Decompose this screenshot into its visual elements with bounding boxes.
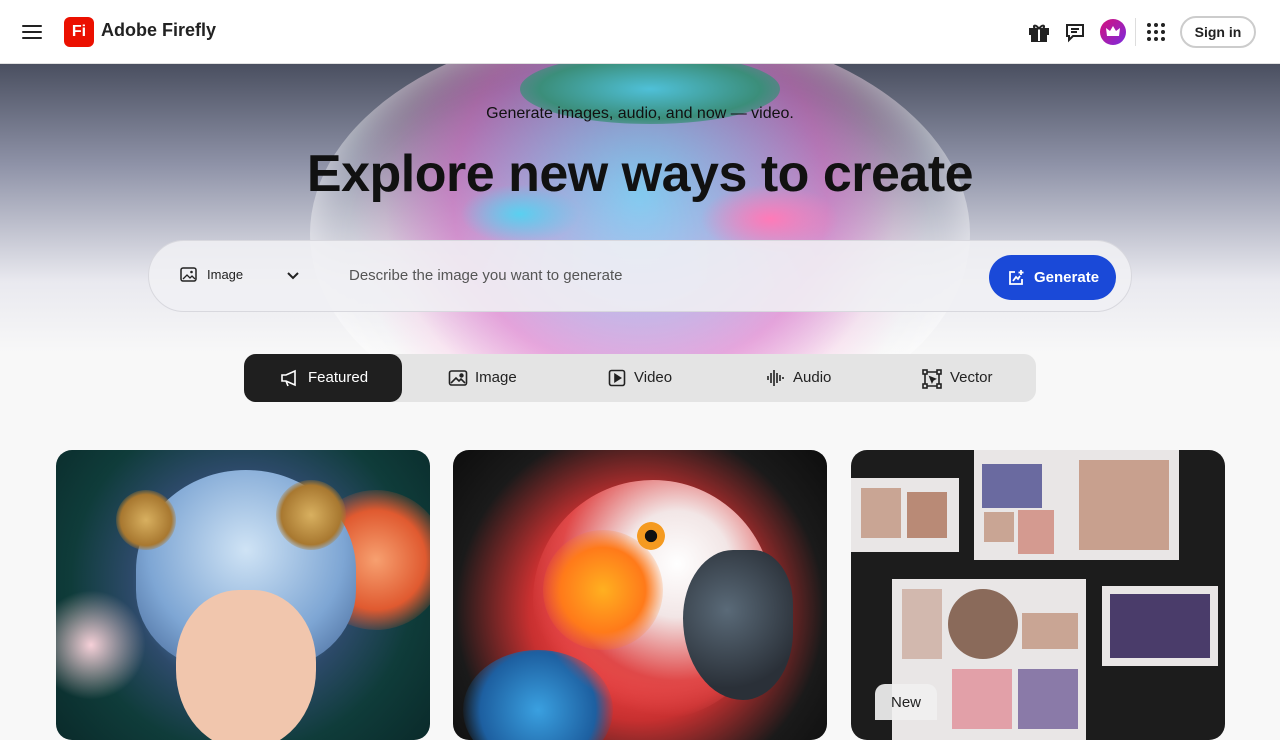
chevron-down-icon[interactable]	[285, 267, 301, 283]
generate-label: Generate	[1034, 269, 1100, 286]
tab-video[interactable]: Video	[560, 354, 718, 402]
tab-vector[interactable]: Vector	[876, 354, 1036, 402]
moodboard-panel	[974, 450, 1179, 560]
brand-name[interactable]: Adobe Firefly	[101, 20, 216, 41]
tab-label: Featured	[308, 369, 369, 386]
content-type-label: Image	[207, 267, 244, 282]
gift-icon[interactable]	[1027, 20, 1051, 44]
image-icon	[448, 370, 468, 386]
video-icon	[608, 369, 626, 387]
app-grid-icon[interactable]	[1144, 20, 1168, 44]
tab-audio[interactable]: Audio	[718, 354, 876, 402]
top-bar: Fi Adobe Firefly Sign in	[0, 0, 1280, 64]
moodboard-panel	[1102, 586, 1218, 666]
megaphone-icon	[281, 369, 296, 387]
image-icon	[180, 267, 197, 282]
tab-featured[interactable]: Featured	[244, 354, 402, 402]
card-ornament	[276, 480, 346, 550]
tab-image[interactable]: Image	[402, 354, 560, 402]
sign-in-button[interactable]: Sign in	[1180, 16, 1256, 48]
moodboard-panel	[851, 478, 959, 552]
generate-sparkle-icon	[1009, 270, 1024, 285]
tab-label: Image	[475, 369, 517, 386]
chat-icon[interactable]	[1063, 20, 1087, 44]
generate-button[interactable]: Generate	[989, 255, 1116, 300]
tab-label: Audio	[793, 369, 832, 386]
tab-label: Vector	[950, 369, 993, 386]
hamburger-menu-icon[interactable]	[22, 22, 42, 42]
card-portrait-face	[176, 590, 316, 740]
header-divider	[1135, 18, 1136, 46]
featured-card-parrot[interactable]	[453, 450, 827, 740]
card-ornament	[116, 490, 176, 550]
featured-card-portrait[interactable]	[56, 450, 430, 740]
new-badge: New	[875, 684, 937, 720]
hero-title: Explore new ways to create	[306, 145, 974, 203]
waveform-icon	[767, 370, 784, 386]
hero-subtitle: Generate images, audio, and now — video.	[486, 105, 794, 122]
vector-icon	[922, 369, 942, 389]
firefly-logo[interactable]: Fi	[64, 17, 94, 47]
prompt-input[interactable]	[347, 262, 951, 288]
card-parrot-eye	[637, 522, 665, 550]
tab-label: Video	[634, 369, 673, 386]
premium-crown-icon[interactable]	[1100, 19, 1126, 45]
card-flower	[56, 590, 146, 700]
